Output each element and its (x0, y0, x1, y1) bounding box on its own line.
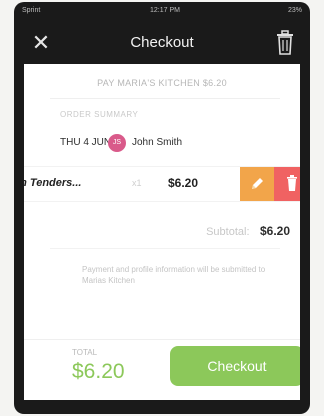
subtotal-label: Subtotal: (206, 226, 250, 238)
delete-item-button[interactable] (274, 167, 300, 201)
carrier-label: Sprint (22, 7, 41, 14)
customer-name: John Smith (132, 137, 183, 148)
item-quantity: x1 (132, 178, 142, 188)
pay-merchant-line: PAY MARIA'S KITCHEN $6.20 (97, 78, 227, 88)
trash-icon (287, 175, 297, 191)
trash-icon (277, 30, 293, 55)
checkout-card: PAY MARIA'S KITCHEN $6.20 ORDER SUMMARY … (24, 64, 300, 400)
subtotal-value: $6.20 (259, 224, 290, 238)
divider (50, 98, 280, 99)
item-row-shadow (110, 206, 260, 214)
clock: 12:17 PM (150, 7, 180, 14)
total-label: TOTAL (72, 348, 98, 357)
subtotal-row: Subtotal: $6.20 (206, 222, 290, 240)
order-summary-label: ORDER SUMMARY (60, 110, 139, 119)
edit-item-button[interactable] (240, 167, 274, 201)
item-name: en Tenders... (24, 177, 82, 189)
page-title: Checkout (130, 34, 194, 51)
checkout-footer: TOTAL $6.20 Checkout (24, 339, 300, 400)
total-value: $6.20 (72, 360, 125, 383)
battery-level: 23% (287, 7, 302, 14)
pencil-icon (252, 178, 263, 189)
divider (50, 248, 280, 249)
checkout-button[interactable]: Checkout (170, 346, 300, 386)
clear-cart-button[interactable] (274, 30, 296, 56)
item-price: $6.20 (168, 176, 199, 190)
avatar: JS (108, 134, 126, 152)
phone-screen: Sprint 12:17 PM 23% ✕ Checkout PAY MARIA… (14, 2, 310, 414)
order-date: THU 4 JUN (60, 137, 112, 148)
order-item-row[interactable]: en Tenders... x1 $6.20 (24, 166, 300, 202)
payment-disclaimer: Payment and profile information will be … (82, 265, 266, 285)
status-bar: Sprint 12:17 PM 23% (14, 2, 310, 24)
nav-bar: ✕ Checkout (14, 24, 310, 62)
